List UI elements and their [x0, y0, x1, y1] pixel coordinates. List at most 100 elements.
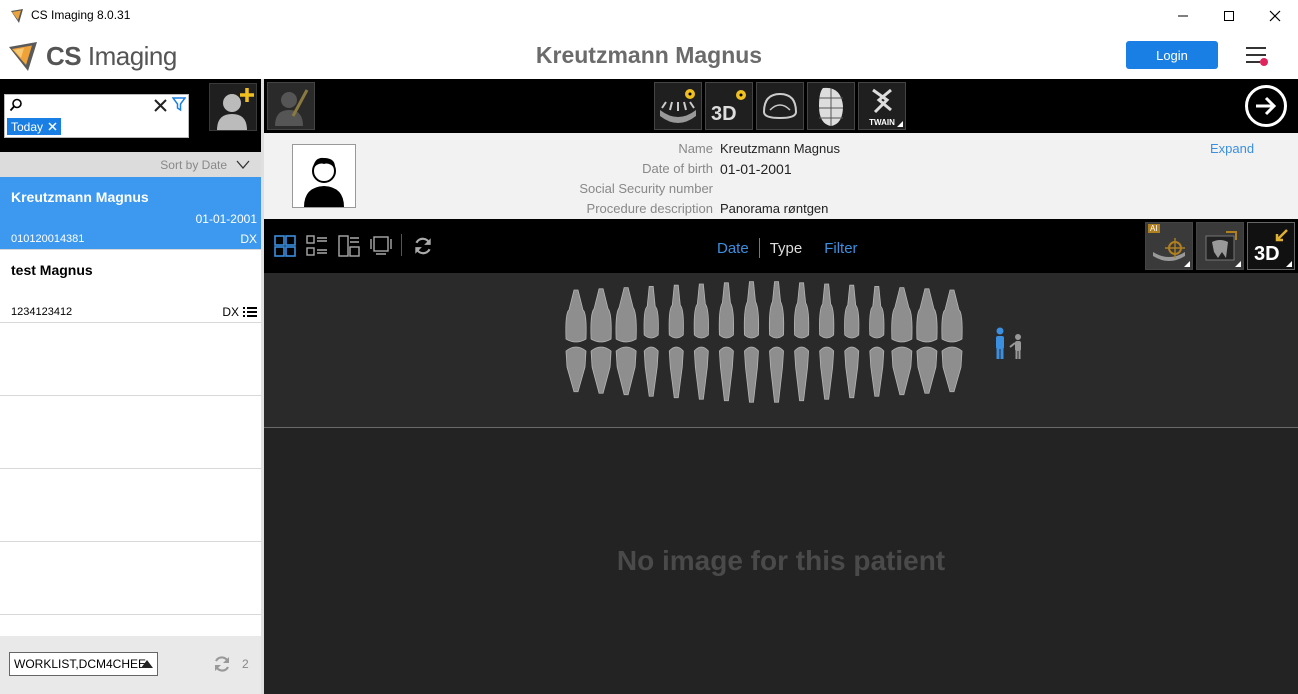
add-patient-button[interactable] — [209, 83, 257, 131]
upper-tooth[interactable] — [794, 282, 810, 339]
toolbar-divider — [401, 234, 402, 256]
field-label: Social Security number — [579, 181, 713, 196]
upper-tooth[interactable] — [615, 287, 637, 343]
worklist-icon — [243, 307, 257, 317]
lower-tooth[interactable] — [643, 346, 659, 397]
maximize-button[interactable] — [1206, 0, 1252, 32]
avatar[interactable] — [292, 144, 356, 208]
sort-bar[interactable]: Sort by Date — [0, 152, 261, 177]
lower-tooth[interactable] — [668, 346, 684, 399]
remove-chip-icon[interactable] — [48, 122, 57, 131]
close-button[interactable] — [1252, 0, 1298, 32]
upper-tooth[interactable] — [668, 284, 684, 339]
annotate-button[interactable] — [267, 82, 315, 130]
worklist-select[interactable]: WORKLIST,DCM4CHEE — [9, 652, 158, 676]
field-label: Procedure description — [586, 201, 713, 216]
twain-button[interactable]: TWAIN — [858, 82, 906, 130]
today-filter-chip[interactable]: Today — [7, 118, 62, 135]
title-bar: CS Imaging 8.0.31 — [0, 0, 1298, 32]
view-toolbar: Date Type Filter AI 3D — [264, 219, 1298, 273]
lower-tooth[interactable] — [693, 346, 709, 400]
list-item[interactable]: Kreutzmann Magnus 01-01-2001 01012001438… — [0, 177, 261, 250]
intraoral-scan-button[interactable] — [756, 82, 804, 130]
tab-date[interactable]: Date — [707, 240, 759, 257]
refresh-icon[interactable] — [412, 235, 434, 257]
tab-filter[interactable]: Filter — [814, 240, 867, 257]
upper-tooth[interactable] — [590, 288, 612, 343]
person-icon — [304, 157, 344, 207]
clear-search-icon[interactable] — [154, 99, 167, 112]
filmstrip-view-icon[interactable] — [370, 235, 392, 257]
export-tooth-button[interactable] — [1196, 222, 1244, 270]
upper-tooth[interactable] — [941, 289, 963, 343]
upper-teeth[interactable] — [565, 281, 963, 343]
empty-row — [0, 323, 261, 396]
upper-tooth[interactable] — [844, 284, 860, 339]
lower-tooth[interactable] — [844, 346, 860, 399]
lower-tooth[interactable] — [941, 346, 963, 393]
field-label: Date of birth — [642, 161, 713, 176]
ai-button[interactable]: AI — [1145, 222, 1193, 270]
lower-tooth[interactable] — [916, 346, 938, 394]
corner-indicator — [1286, 261, 1292, 267]
lower-tooth[interactable] — [769, 346, 784, 403]
patient-count: 2 — [242, 657, 249, 671]
login-button[interactable]: Login — [1126, 41, 1218, 69]
panoramic-xray-button[interactable] — [654, 82, 702, 130]
expand-link[interactable]: Expand — [1210, 141, 1254, 156]
lower-tooth[interactable] — [819, 346, 835, 400]
upper-tooth[interactable] — [869, 286, 885, 339]
ai-jaw-icon — [1153, 238, 1185, 261]
lower-teeth[interactable] — [565, 346, 963, 403]
tooth-export-icon — [1205, 231, 1237, 261]
panoramic-xray-icon — [660, 89, 696, 123]
3d-view-button[interactable]: 3D — [1247, 222, 1295, 270]
upper-tooth[interactable] — [891, 287, 913, 343]
search-area: Today — [0, 79, 261, 152]
upper-tooth[interactable] — [693, 283, 709, 339]
upper-tooth[interactable] — [819, 283, 835, 339]
face-scan-button[interactable] — [807, 82, 855, 130]
upper-tooth[interactable] — [718, 282, 734, 339]
upper-tooth[interactable] — [743, 281, 760, 339]
empty-state-message: No image for this patient — [616, 545, 946, 576]
hamburger-menu-icon[interactable] — [1244, 44, 1270, 68]
sort-label: Sort by Date — [160, 158, 227, 172]
patient-modality: DX — [240, 232, 257, 246]
upper-tooth[interactable] — [565, 289, 587, 343]
adult-child-toggle-icon[interactable] — [991, 327, 1027, 361]
filter-icon[interactable] — [172, 97, 186, 112]
search-input[interactable]: Today — [4, 94, 189, 138]
next-arrow-button[interactable] — [1245, 85, 1287, 127]
upper-tooth[interactable] — [916, 288, 938, 343]
corner-indicator — [1184, 261, 1190, 267]
upper-tooth[interactable] — [643, 286, 659, 339]
app-icon — [11, 9, 23, 23]
empty-row — [0, 396, 261, 469]
window-title: CS Imaging 8.0.31 — [31, 8, 131, 22]
detail-view-icon[interactable] — [338, 235, 360, 257]
list-view-icon[interactable] — [306, 235, 328, 257]
user-edit-icon — [275, 89, 309, 126]
patient-name: Kreutzmann Magnus — [11, 189, 149, 205]
lower-tooth[interactable] — [615, 346, 637, 396]
minimize-button[interactable] — [1160, 0, 1206, 32]
app-header: CS Imaging Kreutzmann Magnus Login — [0, 32, 1298, 79]
lower-tooth[interactable] — [891, 346, 913, 396]
lower-tooth[interactable] — [590, 346, 612, 394]
page-title: Kreutzmann Magnus — [535, 42, 763, 68]
lower-tooth[interactable] — [744, 346, 759, 403]
list-item[interactable]: test Magnus 1234123412 DX — [0, 250, 261, 323]
empty-row — [0, 469, 261, 542]
upper-tooth[interactable] — [768, 281, 785, 339]
lower-tooth[interactable] — [718, 346, 734, 402]
3d-xray-button[interactable]: 3D — [705, 82, 753, 130]
grid-view-icon[interactable] — [274, 235, 296, 257]
lower-tooth[interactable] — [794, 346, 810, 402]
face-scan-icon — [819, 87, 843, 126]
refresh-icon[interactable] — [212, 654, 232, 674]
lower-tooth[interactable] — [869, 346, 885, 397]
empty-row — [0, 542, 261, 615]
tab-type[interactable]: Type — [760, 240, 813, 257]
lower-tooth[interactable] — [565, 346, 587, 393]
